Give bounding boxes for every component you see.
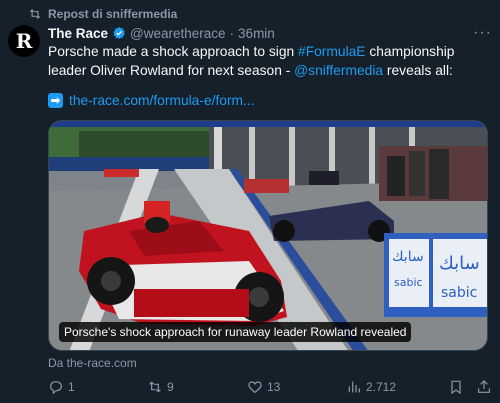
hashtag-link[interactable]: #FormulaE <box>298 44 365 59</box>
action-bar: 1 9 13 2.712 <box>48 377 492 397</box>
url-line: ➡ the-race.com/formula-e/form... <box>48 93 255 108</box>
banner-text-latin-2: sabic <box>441 285 477 301</box>
more-icon[interactable]: ··· <box>473 24 492 42</box>
views-icon <box>348 381 360 393</box>
banner-text-latin-1: sabic <box>394 276 423 289</box>
card-photo: سابك sabic سابك sabic <box>49 121 487 350</box>
like-icon <box>248 381 262 394</box>
tweet-header: The Race @wearetherace · 36min <box>48 24 492 42</box>
tweet-text-part1: Porsche made a shock approach to sign <box>48 44 299 59</box>
reply-button[interactable]: 1 <box>48 379 75 395</box>
reply-count: 1 <box>68 380 75 394</box>
avatar[interactable]: R <box>8 25 40 57</box>
author-name[interactable]: The Race <box>48 26 108 41</box>
link-card[interactable]: سابك sabic سابك sabic Porsche's shock ap… <box>48 120 488 351</box>
verified-icon <box>113 26 125 40</box>
tweet-text-part3: reveals all: <box>383 63 453 78</box>
share-button[interactable] <box>476 379 492 395</box>
bookmark-button[interactable] <box>448 379 464 395</box>
avatar-letter: R <box>15 29 33 53</box>
author-handle[interactable]: @wearetherace <box>130 26 226 41</box>
mention-link[interactable]: @sniffermedia <box>294 63 383 78</box>
banner-text-arabic-2: سابك <box>439 253 480 274</box>
card-source[interactable]: Da the-race.com <box>48 356 137 370</box>
banner-text-arabic-1: سابك <box>392 249 424 265</box>
like-button[interactable]: 13 <box>247 379 280 395</box>
repost-indicator[interactable]: Repost di sniffermedia <box>28 6 177 22</box>
repost-count: 9 <box>167 380 174 394</box>
tweet-text: Porsche made a shock approach to sign #F… <box>48 42 488 80</box>
repost-button[interactable]: 9 <box>147 379 174 395</box>
tweet-url-link[interactable]: the-race.com/formula-e/form... <box>69 93 255 108</box>
dot-separator: · <box>229 25 235 41</box>
repost-label: Repost di sniffermedia <box>48 7 178 21</box>
views-count: 2.712 <box>366 380 397 394</box>
repost-icon <box>149 381 161 393</box>
card-caption: Porsche's shock approach for runaway lea… <box>59 322 412 342</box>
share-icon <box>478 380 490 393</box>
like-count: 13 <box>267 380 281 394</box>
repost-icon <box>29 9 41 19</box>
bookmark-icon <box>451 380 461 395</box>
right-arrow-icon: ➡ <box>48 93 63 108</box>
reply-icon <box>50 381 62 395</box>
views-button[interactable]: 2.712 <box>346 379 396 395</box>
timestamp[interactable]: 36min <box>238 26 275 41</box>
